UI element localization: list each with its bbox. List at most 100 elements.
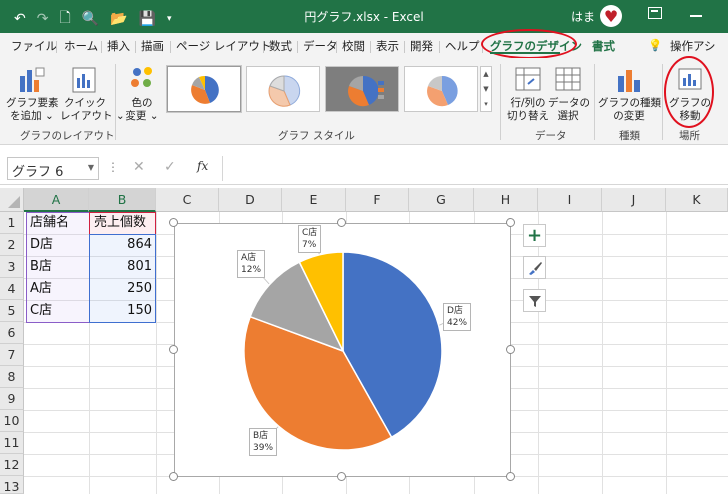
scroll-down-icon[interactable]: ▼ bbox=[481, 82, 491, 97]
formula-bar: グラフ 6 ▼ ⋮ ✕ ✓ fx bbox=[0, 145, 728, 185]
resize-handle[interactable] bbox=[337, 218, 346, 227]
lightbulb-icon[interactable]: 💡 bbox=[648, 38, 662, 52]
group-separator bbox=[115, 64, 116, 140]
tab-data[interactable]: データ bbox=[303, 38, 338, 54]
change-chart-type-button[interactable]: グラフの種類 の変更 bbox=[598, 62, 661, 124]
row-header[interactable]: 8 bbox=[0, 366, 24, 388]
tab-formulas[interactable]: 数式 bbox=[269, 38, 292, 54]
tab-page-layout[interactable]: ページ レイアウト bbox=[176, 38, 271, 54]
table-header-sales[interactable]: 売上個数 bbox=[90, 212, 156, 234]
data-label[interactable]: A店 12% bbox=[237, 250, 266, 278]
quick-layout-button[interactable]: クイック レイアウト ⌄ bbox=[60, 62, 125, 124]
chart-style-scroll[interactable]: ▲ ▼ ▾ bbox=[480, 66, 492, 112]
column-header[interactable]: K bbox=[666, 188, 728, 212]
table-header-store[interactable]: 店舗名 bbox=[26, 212, 89, 234]
cancel-icon[interactable]: ✕ bbox=[133, 159, 145, 175]
row-header[interactable]: 7 bbox=[0, 344, 24, 366]
data-label[interactable]: D店 42% bbox=[443, 303, 472, 331]
change-chart-type-label: グラフの種類 の変更 bbox=[598, 97, 661, 122]
chart-filters-button[interactable] bbox=[523, 289, 546, 312]
tab-separator bbox=[336, 41, 337, 53]
switch-row-column-button[interactable]: 行/列の 切り替え bbox=[506, 62, 550, 124]
table-cell-store[interactable]: D店 bbox=[26, 234, 89, 256]
row-header[interactable]: 4 bbox=[0, 278, 24, 300]
column-header[interactable]: C bbox=[156, 188, 219, 212]
resize-handle[interactable] bbox=[169, 218, 178, 227]
row-header[interactable]: 5 bbox=[0, 300, 24, 322]
table-cell-sales[interactable]: 801 bbox=[90, 256, 156, 278]
user-name[interactable]: はま bbox=[571, 8, 595, 25]
formula-bar-resize-icon[interactable]: ⋮ bbox=[107, 160, 119, 174]
data-label[interactable]: B店 39% bbox=[249, 428, 278, 456]
formula-input[interactable] bbox=[222, 156, 728, 181]
row-header[interactable]: 11 bbox=[0, 432, 24, 454]
group-separator bbox=[662, 64, 663, 140]
tab-file[interactable]: ファイル bbox=[11, 38, 57, 54]
row-header[interactable]: 13 bbox=[0, 476, 24, 494]
resize-handle[interactable] bbox=[169, 345, 178, 354]
column-header[interactable]: A bbox=[24, 188, 89, 212]
chart-style-3[interactable] bbox=[325, 66, 399, 112]
chart-style-4[interactable] bbox=[404, 66, 478, 112]
change-colors-button[interactable]: 色の 変更 ⌄ bbox=[122, 62, 162, 124]
switch-row-column-icon bbox=[515, 67, 541, 91]
data-label[interactable]: C店 7% bbox=[298, 225, 322, 253]
row-header[interactable]: 3 bbox=[0, 256, 24, 278]
pie-chart[interactable]: D店 42% B店 39% A店 12% C店 7% bbox=[174, 223, 511, 477]
chevron-down-icon[interactable]: ▼ bbox=[88, 163, 94, 172]
avatar[interactable]: ♥ bbox=[600, 5, 622, 27]
add-chart-element-button[interactable]: グラフ要素 を追加 ⌄ bbox=[6, 62, 59, 124]
column-header[interactable]: I bbox=[538, 188, 602, 212]
table-cell-store[interactable]: C店 bbox=[26, 300, 89, 322]
row-header[interactable]: 12 bbox=[0, 454, 24, 476]
tab-insert[interactable]: 挿入 bbox=[107, 38, 130, 54]
column-header[interactable]: D bbox=[219, 188, 282, 212]
group-separator bbox=[500, 64, 501, 140]
tab-tell-me[interactable]: 操作アシ bbox=[670, 38, 716, 54]
minimize-icon[interactable] bbox=[690, 15, 702, 17]
table-cell-store[interactable]: B店 bbox=[26, 256, 89, 278]
ribbon-display-options-icon[interactable] bbox=[648, 7, 662, 19]
table-cell-store[interactable]: A店 bbox=[26, 278, 89, 300]
chart-styles-button[interactable] bbox=[523, 256, 546, 279]
resize-handle[interactable] bbox=[169, 472, 178, 481]
resize-handle[interactable] bbox=[506, 345, 515, 354]
row-header[interactable]: 6 bbox=[0, 322, 24, 344]
insert-function-icon[interactable]: fx bbox=[197, 159, 208, 173]
table-cell-sales[interactable]: 250 bbox=[90, 278, 156, 300]
scroll-up-icon[interactable]: ▲ bbox=[481, 67, 491, 82]
resize-handle[interactable] bbox=[337, 472, 346, 481]
select-all-button[interactable] bbox=[0, 188, 24, 212]
column-header[interactable]: F bbox=[346, 188, 409, 212]
row-header[interactable]: 2 bbox=[0, 234, 24, 256]
row-header[interactable]: 10 bbox=[0, 410, 24, 432]
enter-icon[interactable]: ✓ bbox=[164, 159, 176, 175]
tab-view[interactable]: 表示 bbox=[376, 38, 399, 54]
tab-home[interactable]: ホーム bbox=[64, 38, 98, 54]
chart-elements-button[interactable]: + bbox=[523, 224, 546, 247]
gridline bbox=[602, 212, 603, 494]
row-header[interactable]: 1 bbox=[0, 212, 24, 234]
column-header[interactable]: J bbox=[602, 188, 666, 212]
tab-review[interactable]: 校閲 bbox=[342, 38, 365, 54]
tab-help[interactable]: ヘルプ bbox=[445, 38, 480, 54]
column-header[interactable]: E bbox=[282, 188, 346, 212]
name-box[interactable]: グラフ 6 ▼ bbox=[7, 157, 99, 180]
tab-draw[interactable]: 描画 bbox=[141, 38, 164, 54]
table-cell-sales[interactable]: 864 bbox=[90, 234, 156, 256]
resize-handle[interactable] bbox=[506, 218, 515, 227]
tab-developer[interactable]: 開発 bbox=[410, 38, 433, 54]
tab-format[interactable]: 書式 bbox=[592, 38, 615, 54]
column-header[interactable]: G bbox=[409, 188, 474, 212]
column-header[interactable]: H bbox=[474, 188, 538, 212]
chart-style-1[interactable] bbox=[166, 65, 242, 113]
select-data-button[interactable]: データの 選択 bbox=[548, 62, 590, 124]
column-header[interactable]: B bbox=[89, 188, 156, 212]
resize-handle[interactable] bbox=[506, 472, 515, 481]
more-styles-icon[interactable]: ▾ bbox=[481, 97, 491, 112]
highlight-circle bbox=[664, 56, 714, 128]
table-cell-sales[interactable]: 150 bbox=[90, 300, 156, 322]
pie-chart-plot[interactable] bbox=[175, 224, 512, 478]
row-header[interactable]: 9 bbox=[0, 388, 24, 410]
chart-style-2[interactable] bbox=[246, 66, 320, 112]
